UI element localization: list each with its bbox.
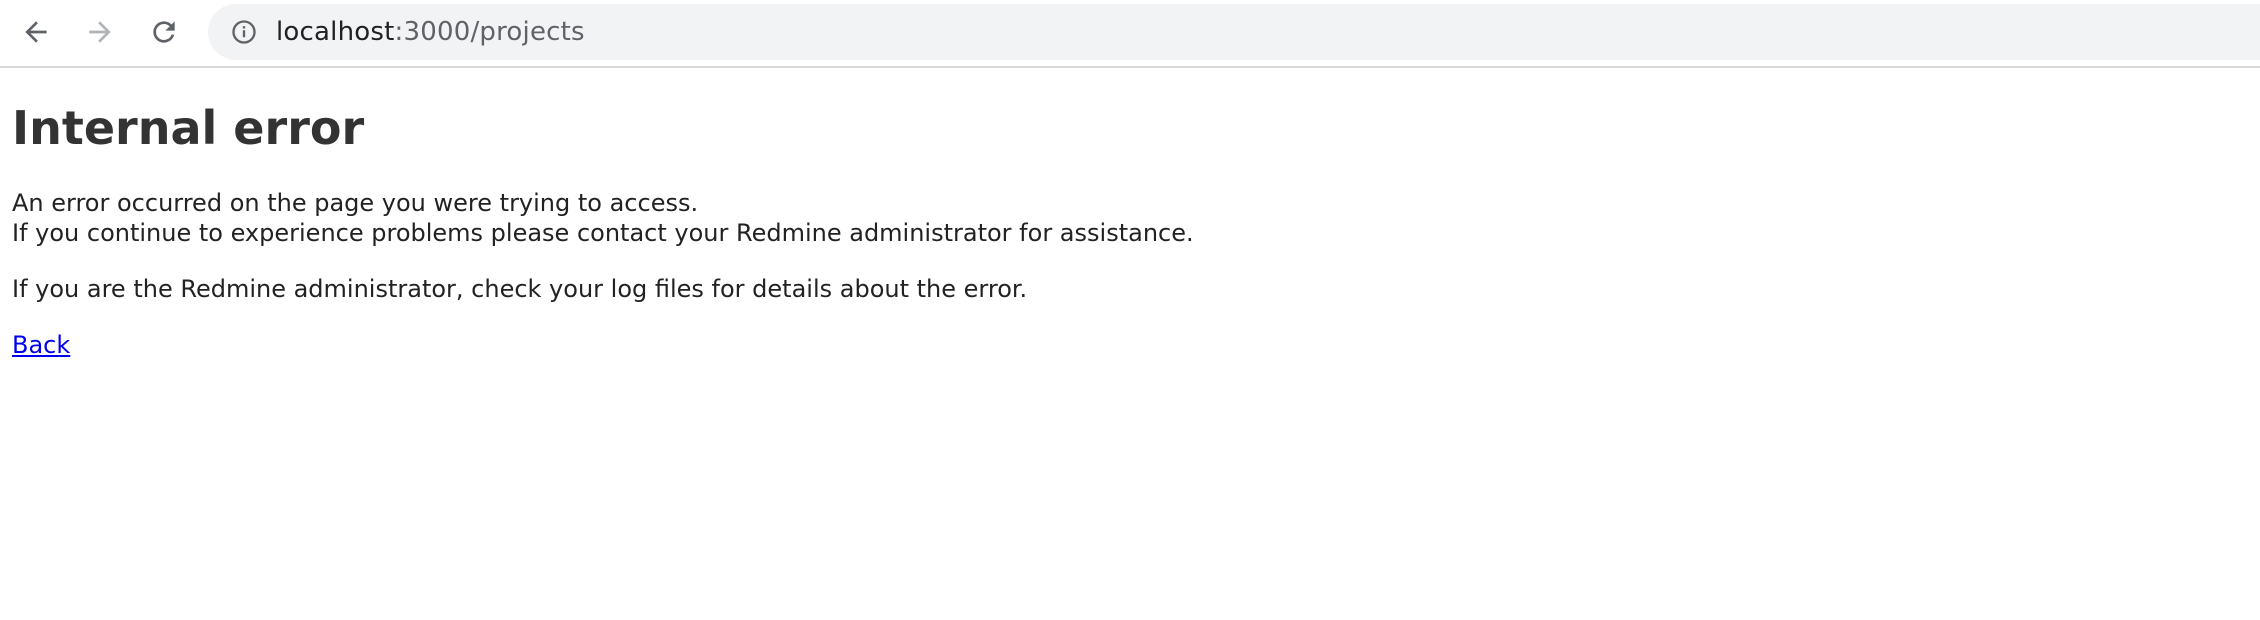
info-icon[interactable]	[230, 18, 258, 46]
admin-log-hint: If you are the Redmine administrator, ch…	[12, 275, 1028, 303]
address-bar[interactable]: localhost:3000/projects	[208, 4, 2260, 60]
reload-button[interactable]	[140, 8, 188, 56]
back-link[interactable]: Back	[12, 330, 70, 360]
url-path: :3000/projects	[394, 17, 585, 47]
url-host: localhost	[276, 17, 395, 47]
back-button[interactable]	[12, 8, 60, 56]
arrow-right-icon	[84, 16, 116, 48]
contact-admin-line: If you continue to experience problems p…	[12, 219, 1194, 247]
browser-toolbar: localhost:3000/projects	[0, 0, 2260, 68]
page-title: Internal error	[12, 101, 365, 155]
arrow-left-icon	[20, 16, 52, 48]
reload-icon	[148, 16, 180, 48]
error-message-line: An error occurred on the page you were t…	[12, 189, 699, 217]
url-text[interactable]: localhost:3000/projects	[276, 17, 585, 47]
forward-button[interactable]	[76, 8, 124, 56]
